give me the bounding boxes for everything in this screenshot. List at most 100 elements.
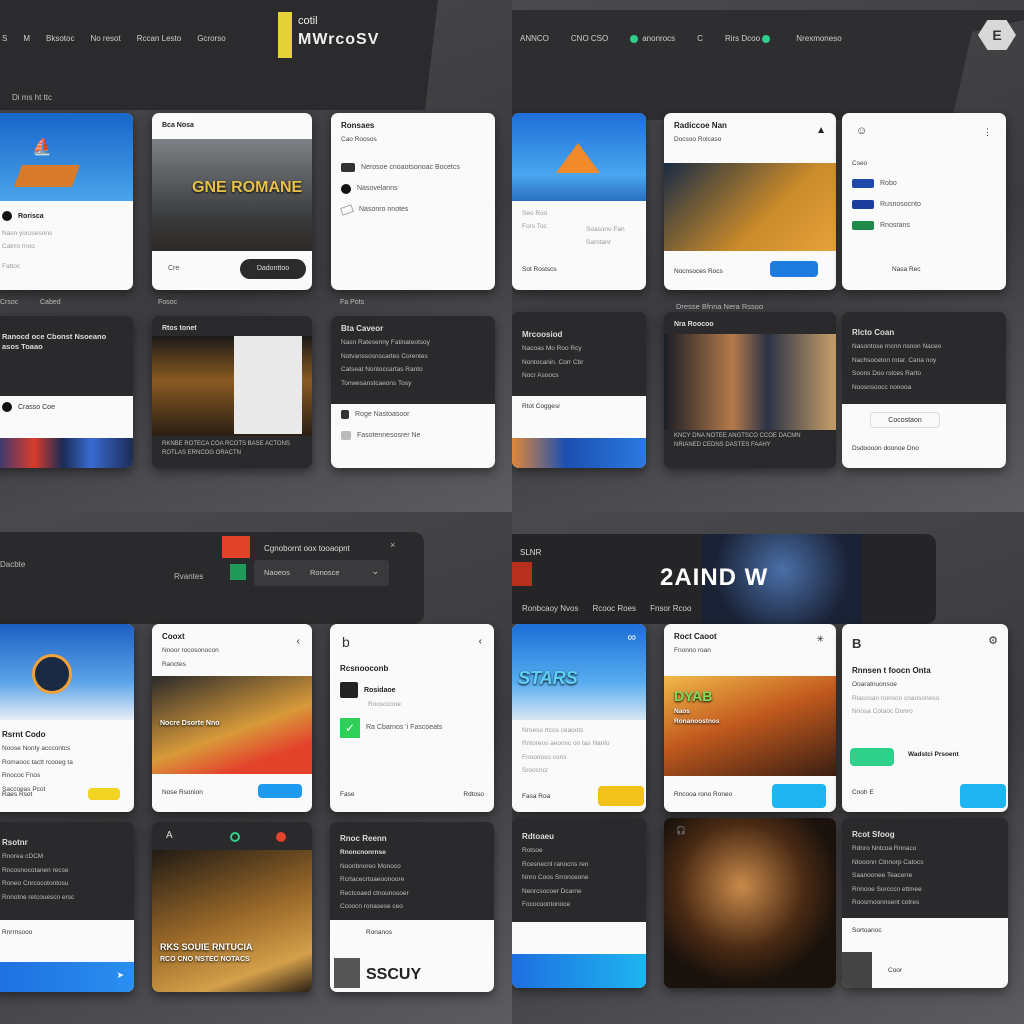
nav-item[interactable]: C bbox=[697, 34, 703, 43]
mic-icon[interactable]: 🎧 bbox=[676, 826, 686, 835]
action-button[interactable] bbox=[770, 261, 818, 277]
card-image: GNE ROMANE bbox=[152, 139, 312, 251]
status-badge-icon[interactable] bbox=[230, 564, 246, 580]
list-item[interactable]: Fasotennesosrer Ne bbox=[331, 425, 495, 446]
list-item[interactable]: Roge Nastoasoor bbox=[331, 404, 495, 425]
info-card[interactable]: Rnoc Reenn Rnoncnonrnse Noonbnoreo Monoc… bbox=[330, 822, 494, 992]
nav-item[interactable]: Gcrorso bbox=[197, 34, 225, 43]
card-footer: Coor bbox=[888, 967, 903, 974]
menu-item-label: Ra Cbarnos 'i Fascoeats bbox=[366, 724, 443, 732]
card-text: Saanoonee Teacerre bbox=[852, 872, 913, 880]
gear-icon[interactable]: ⚙ bbox=[988, 634, 998, 647]
menu-item[interactable]: Robo bbox=[842, 173, 1006, 194]
alert-badge-icon[interactable] bbox=[222, 536, 250, 558]
game-card[interactable]: Nra Roocoo KNCY DNA NOTEE ANGTSCO CCOE D… bbox=[664, 312, 836, 468]
action-button[interactable] bbox=[258, 784, 302, 798]
game-card[interactable]: 🎧 bbox=[664, 818, 836, 988]
chevron-down-icon[interactable]: ⌄ bbox=[371, 566, 379, 577]
brand-small-text: cotil bbox=[298, 15, 318, 27]
close-icon[interactable]: × bbox=[390, 540, 395, 550]
chevron-left-icon[interactable]: ‹ bbox=[479, 636, 482, 647]
brand-logo[interactable]: cotil MWrcoSV bbox=[298, 14, 379, 52]
menu-item[interactable]: Nasovelanns bbox=[331, 178, 495, 200]
list-item[interactable]: Sortoanoc bbox=[842, 918, 1008, 937]
toggle-button[interactable] bbox=[850, 748, 894, 766]
alert-badge-icon[interactable] bbox=[512, 562, 532, 586]
card-text: Nenrcsocoer Dcarne bbox=[522, 887, 582, 895]
chevron-left-icon[interactable]: ‹ bbox=[297, 636, 300, 647]
card-image: STARS ∞ bbox=[512, 624, 646, 720]
card-footer: Cnoh E bbox=[852, 789, 874, 796]
game-card[interactable]: Rtos tonet RKNBE ROTECA COA RCOTS BASE A… bbox=[152, 316, 312, 468]
card-text: Noosnsoocc nonooa bbox=[852, 383, 912, 391]
nav-item[interactable]: anonrocs bbox=[630, 34, 675, 43]
info-card[interactable]: Rcot Sfoog Rdnro Nntcoa Rnnaco Ntooonn C… bbox=[842, 818, 1008, 988]
game-card[interactable]: Ranocd oce Cbonst Nsoeano asos Toaao Cra… bbox=[0, 316, 133, 468]
card-text: Nontocanin. Corr Cbr bbox=[522, 358, 584, 366]
game-card[interactable]: STARS ∞ Nroeso rtcos ceaoots Rntoreos ae… bbox=[512, 624, 646, 812]
game-card[interactable]: ⛵ Rorisca Nasn yorosesons Catrro rnoo Fa… bbox=[0, 113, 133, 290]
game-card[interactable]: Roct Caoot Fnonno roan ✳ DYAB Naos Ronan… bbox=[664, 624, 836, 812]
avatar-icon bbox=[2, 402, 12, 412]
card-title: Radiccoe Nan bbox=[674, 121, 727, 130]
search-value: Naoeos bbox=[264, 568, 290, 577]
game-card[interactable]: Rsotnr Rnorea cDCM Rncosnocotanen recse … bbox=[0, 822, 134, 992]
image-icon bbox=[340, 682, 358, 699]
game-card[interactable]: Bca Nosa GNE ROMANE Cre Dadonttoo bbox=[152, 113, 312, 290]
menu-item[interactable]: Nerosoe cnoaotsonoac Bocetcs bbox=[331, 157, 495, 178]
card-footer-right: Rdtoso bbox=[463, 791, 484, 798]
chevron-up-icon[interactable]: ▲ bbox=[816, 125, 826, 136]
progress-bar bbox=[512, 954, 646, 988]
action-button[interactable] bbox=[960, 784, 1006, 808]
game-card[interactable]: A RKS SOUIE RNTUCIA RCO CNO NSTEC NOTACS bbox=[152, 822, 312, 992]
menu-card[interactable]: ☺ ⋮ Cseo Robo Rusnosocnto Rnosrans Nasa … bbox=[842, 113, 1006, 290]
search-input[interactable]: Naoeos Ronosce ⌄ bbox=[254, 560, 389, 586]
action-button[interactable] bbox=[772, 784, 826, 808]
menu-card[interactable]: b ‹ Rcsnooconb Rosidaoe Roosocone ✓ Ra Cb… bbox=[330, 624, 494, 812]
menu-card[interactable]: Ronsaes Cao Roosos Nerosoe cnoaotsonoac … bbox=[331, 113, 495, 290]
menu-item[interactable]: ✓ Ra Cbarnos 'i Fascoeats bbox=[330, 712, 494, 744]
card-footer: Rtot Coggesr bbox=[522, 403, 561, 410]
game-card[interactable]: Rdtoaeu Rotsoe Rcesnecnl ranocns ren Nnr… bbox=[512, 818, 646, 988]
doc-icon bbox=[341, 431, 351, 440]
nav-item[interactable]: M bbox=[23, 34, 30, 43]
arrow-right-icon[interactable]: ➤ bbox=[116, 970, 124, 981]
doc-icon bbox=[341, 162, 355, 172]
nav-item[interactable]: CNO CSO bbox=[571, 34, 608, 43]
menu-item[interactable]: Rusnosocnto bbox=[842, 194, 1006, 215]
nav-item[interactable]: S bbox=[2, 34, 7, 43]
game-card[interactable]: Rsrnt Codo Noose Nonty acccontcs Romaooc… bbox=[0, 624, 134, 812]
list-item-label: Roge Nastoasoor bbox=[355, 411, 410, 418]
game-card[interactable]: Cooxt Nnoor rocosonocon Ranctes ‹ Nocre … bbox=[152, 624, 312, 812]
menu-card[interactable]: B ⚙ Rnnsen t foocn Onta Ooaratnuonsoe Rl… bbox=[842, 624, 1008, 812]
action-button[interactable] bbox=[88, 788, 120, 800]
game-card[interactable]: Radiccoe Nan Docsoo Rolcaso ▲ Nocnsoces … bbox=[664, 113, 836, 290]
card-text: Tonwesanstcaeons Tosy bbox=[341, 379, 412, 387]
nav-item[interactable]: Rcooc Roes bbox=[592, 604, 636, 613]
settings-icon[interactable]: ✳ bbox=[816, 634, 824, 645]
panel-bottom-left: Cgnobornt oox tooaopnt × Dacbte Rvantes … bbox=[0, 512, 512, 1024]
brand-name: MWrcoSV bbox=[298, 31, 380, 49]
game-card[interactable]: Seo Roo Fors Toc Soasono Fan Sarotanr So… bbox=[512, 113, 646, 290]
nav-item[interactable]: Nrexmoneso bbox=[796, 34, 841, 43]
nav-item[interactable]: ANNCO bbox=[520, 34, 549, 43]
nav-item[interactable]: Rirs Dcoo bbox=[725, 34, 774, 43]
menu-item[interactable]: Nasonro nnotes bbox=[331, 200, 495, 220]
card-text: Notvanssosnscartes Corentes bbox=[341, 352, 428, 360]
nav-item[interactable]: Ronbcaoy Nvos bbox=[522, 604, 578, 613]
nav-item[interactable]: Fnsor Rcoo bbox=[650, 604, 691, 613]
card-image bbox=[512, 438, 646, 468]
game-card[interactable]: Mrcoosiod Nacoas Mo Roo Rcy Nontocanin. … bbox=[512, 312, 646, 468]
action-button[interactable] bbox=[598, 786, 644, 806]
nav-item[interactable]: No resot bbox=[90, 34, 120, 43]
info-card[interactable]: Bta Caveor Nasn Ratesenny Fatinateotsoy … bbox=[331, 316, 495, 468]
nav-item[interactable]: Bksotoc bbox=[46, 34, 74, 43]
action-button[interactable]: Cocostaon bbox=[870, 412, 940, 428]
info-card[interactable]: Rlcto Coan Nasontose rncnn nsnon Naceo N… bbox=[842, 312, 1006, 468]
menu-item[interactable]: Rnosrans bbox=[842, 215, 1006, 236]
list-item[interactable]: Ronanos bbox=[330, 920, 494, 937]
nav-item[interactable]: Rccan Lesto bbox=[137, 34, 181, 43]
section-heading: Dresse Bfnna Nera Rssoo bbox=[676, 302, 764, 311]
more-icon[interactable]: ⋮ bbox=[983, 127, 992, 138]
action-button[interactable]: Dadonttoo bbox=[240, 259, 306, 279]
